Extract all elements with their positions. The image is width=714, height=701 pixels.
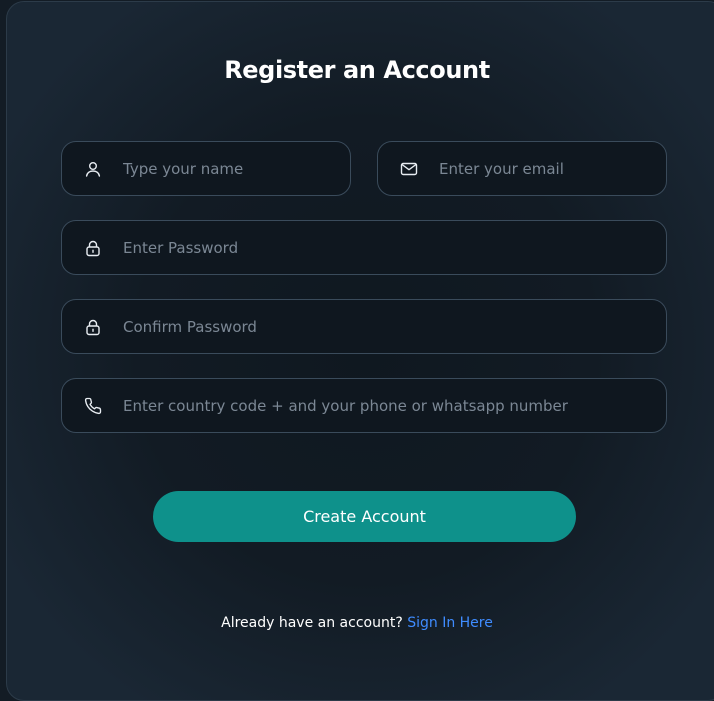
name-field[interactable] [61, 141, 351, 196]
confirm-password-field[interactable] [61, 299, 667, 354]
password-input[interactable] [123, 221, 654, 274]
signin-prompt-text: Already have an account? [221, 615, 403, 631]
password-field[interactable] [61, 220, 667, 275]
lock-icon [84, 318, 102, 336]
sign-in-link[interactable]: Sign In Here [407, 615, 493, 631]
signin-prompt: Already have an account? Sign In Here [0, 615, 714, 631]
email-input[interactable] [439, 142, 654, 195]
lock-icon [84, 239, 102, 257]
confirm-password-input[interactable] [123, 300, 654, 353]
phone-field[interactable] [61, 378, 667, 433]
envelope-icon [400, 160, 418, 178]
user-icon [84, 160, 102, 178]
phone-input[interactable] [123, 379, 654, 432]
page-title: Register an Account [224, 56, 490, 84]
name-input[interactable] [123, 142, 338, 195]
create-account-button[interactable]: Create Account [153, 491, 576, 542]
phone-icon [84, 397, 102, 415]
email-field[interactable] [377, 141, 667, 196]
